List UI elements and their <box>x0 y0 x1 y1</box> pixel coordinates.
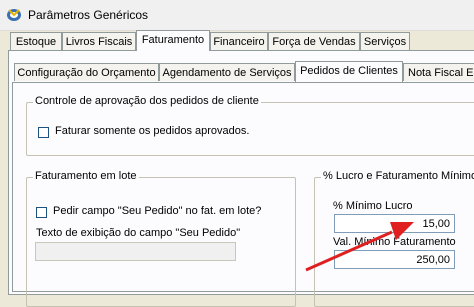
tab-servicos[interactable]: Serviços <box>360 32 410 50</box>
tab-financeiro[interactable]: Financeiro <box>210 32 268 50</box>
min-profit-label: % Mínimo Lucro <box>333 200 413 212</box>
min-billing-input[interactable]: 250,00 <box>334 250 455 269</box>
app-icon <box>7 9 21 21</box>
tab-nota-fiscal[interactable]: Nota Fiscal El <box>403 63 474 81</box>
approval-group-title: Controle de aprovação dos pedidos de cli… <box>33 95 261 107</box>
approved-only-checkbox[interactable] <box>38 127 49 138</box>
tab-livros-fiscais[interactable]: Livros Fiscais <box>62 32 136 50</box>
window-title: Parâmetros Genéricos <box>28 8 149 22</box>
tab-faturamento[interactable]: Faturamento <box>136 30 210 51</box>
ask-seu-pedido-checkbox[interactable] <box>36 207 47 218</box>
tab-agendamento-servicos[interactable]: Agendamento de Serviços <box>159 63 295 81</box>
approval-group: Controle de aprovação dos pedidos de cli… <box>26 95 474 156</box>
tab-configuracao-orcamento[interactable]: Configuração do Orçamento <box>14 63 159 81</box>
seu-pedido-text-input[interactable] <box>35 242 236 261</box>
title-bar: Parâmetros Genéricos <box>0 0 474 31</box>
tab-pedidos-de-clientes[interactable]: Pedidos de Clientes <box>295 61 403 82</box>
tab-forca-de-vendas[interactable]: Força de Vendas <box>268 32 360 50</box>
min-profit-input[interactable]: 15,00 <box>334 214 455 233</box>
profit-billing-title: % Lucro e Faturamento Mínimo <box>321 170 474 182</box>
main-tab-strip: Estoque Livros Fiscais Faturamento Finan… <box>0 30 474 52</box>
min-billing-label: Val. Mínimo Faturamento <box>333 236 456 248</box>
tab-estoque[interactable]: Estoque <box>10 32 62 50</box>
approved-only-label: Faturar somente os pedidos aprovados. <box>55 125 250 137</box>
pedidos-clientes-panel: Controle de aprovação dos pedidos de cli… <box>12 82 474 307</box>
sub-tab-strip: Configuração do Orçamento Agendamento de… <box>0 61 474 83</box>
ask-seu-pedido-label: Pedir campo "Seu Pedido" no fat. em lote… <box>53 205 262 217</box>
seu-pedido-text-label: Texto de exibição do campo "Seu Pedido" <box>36 227 241 239</box>
batch-billing-title: Faturamento em lote <box>33 170 139 182</box>
